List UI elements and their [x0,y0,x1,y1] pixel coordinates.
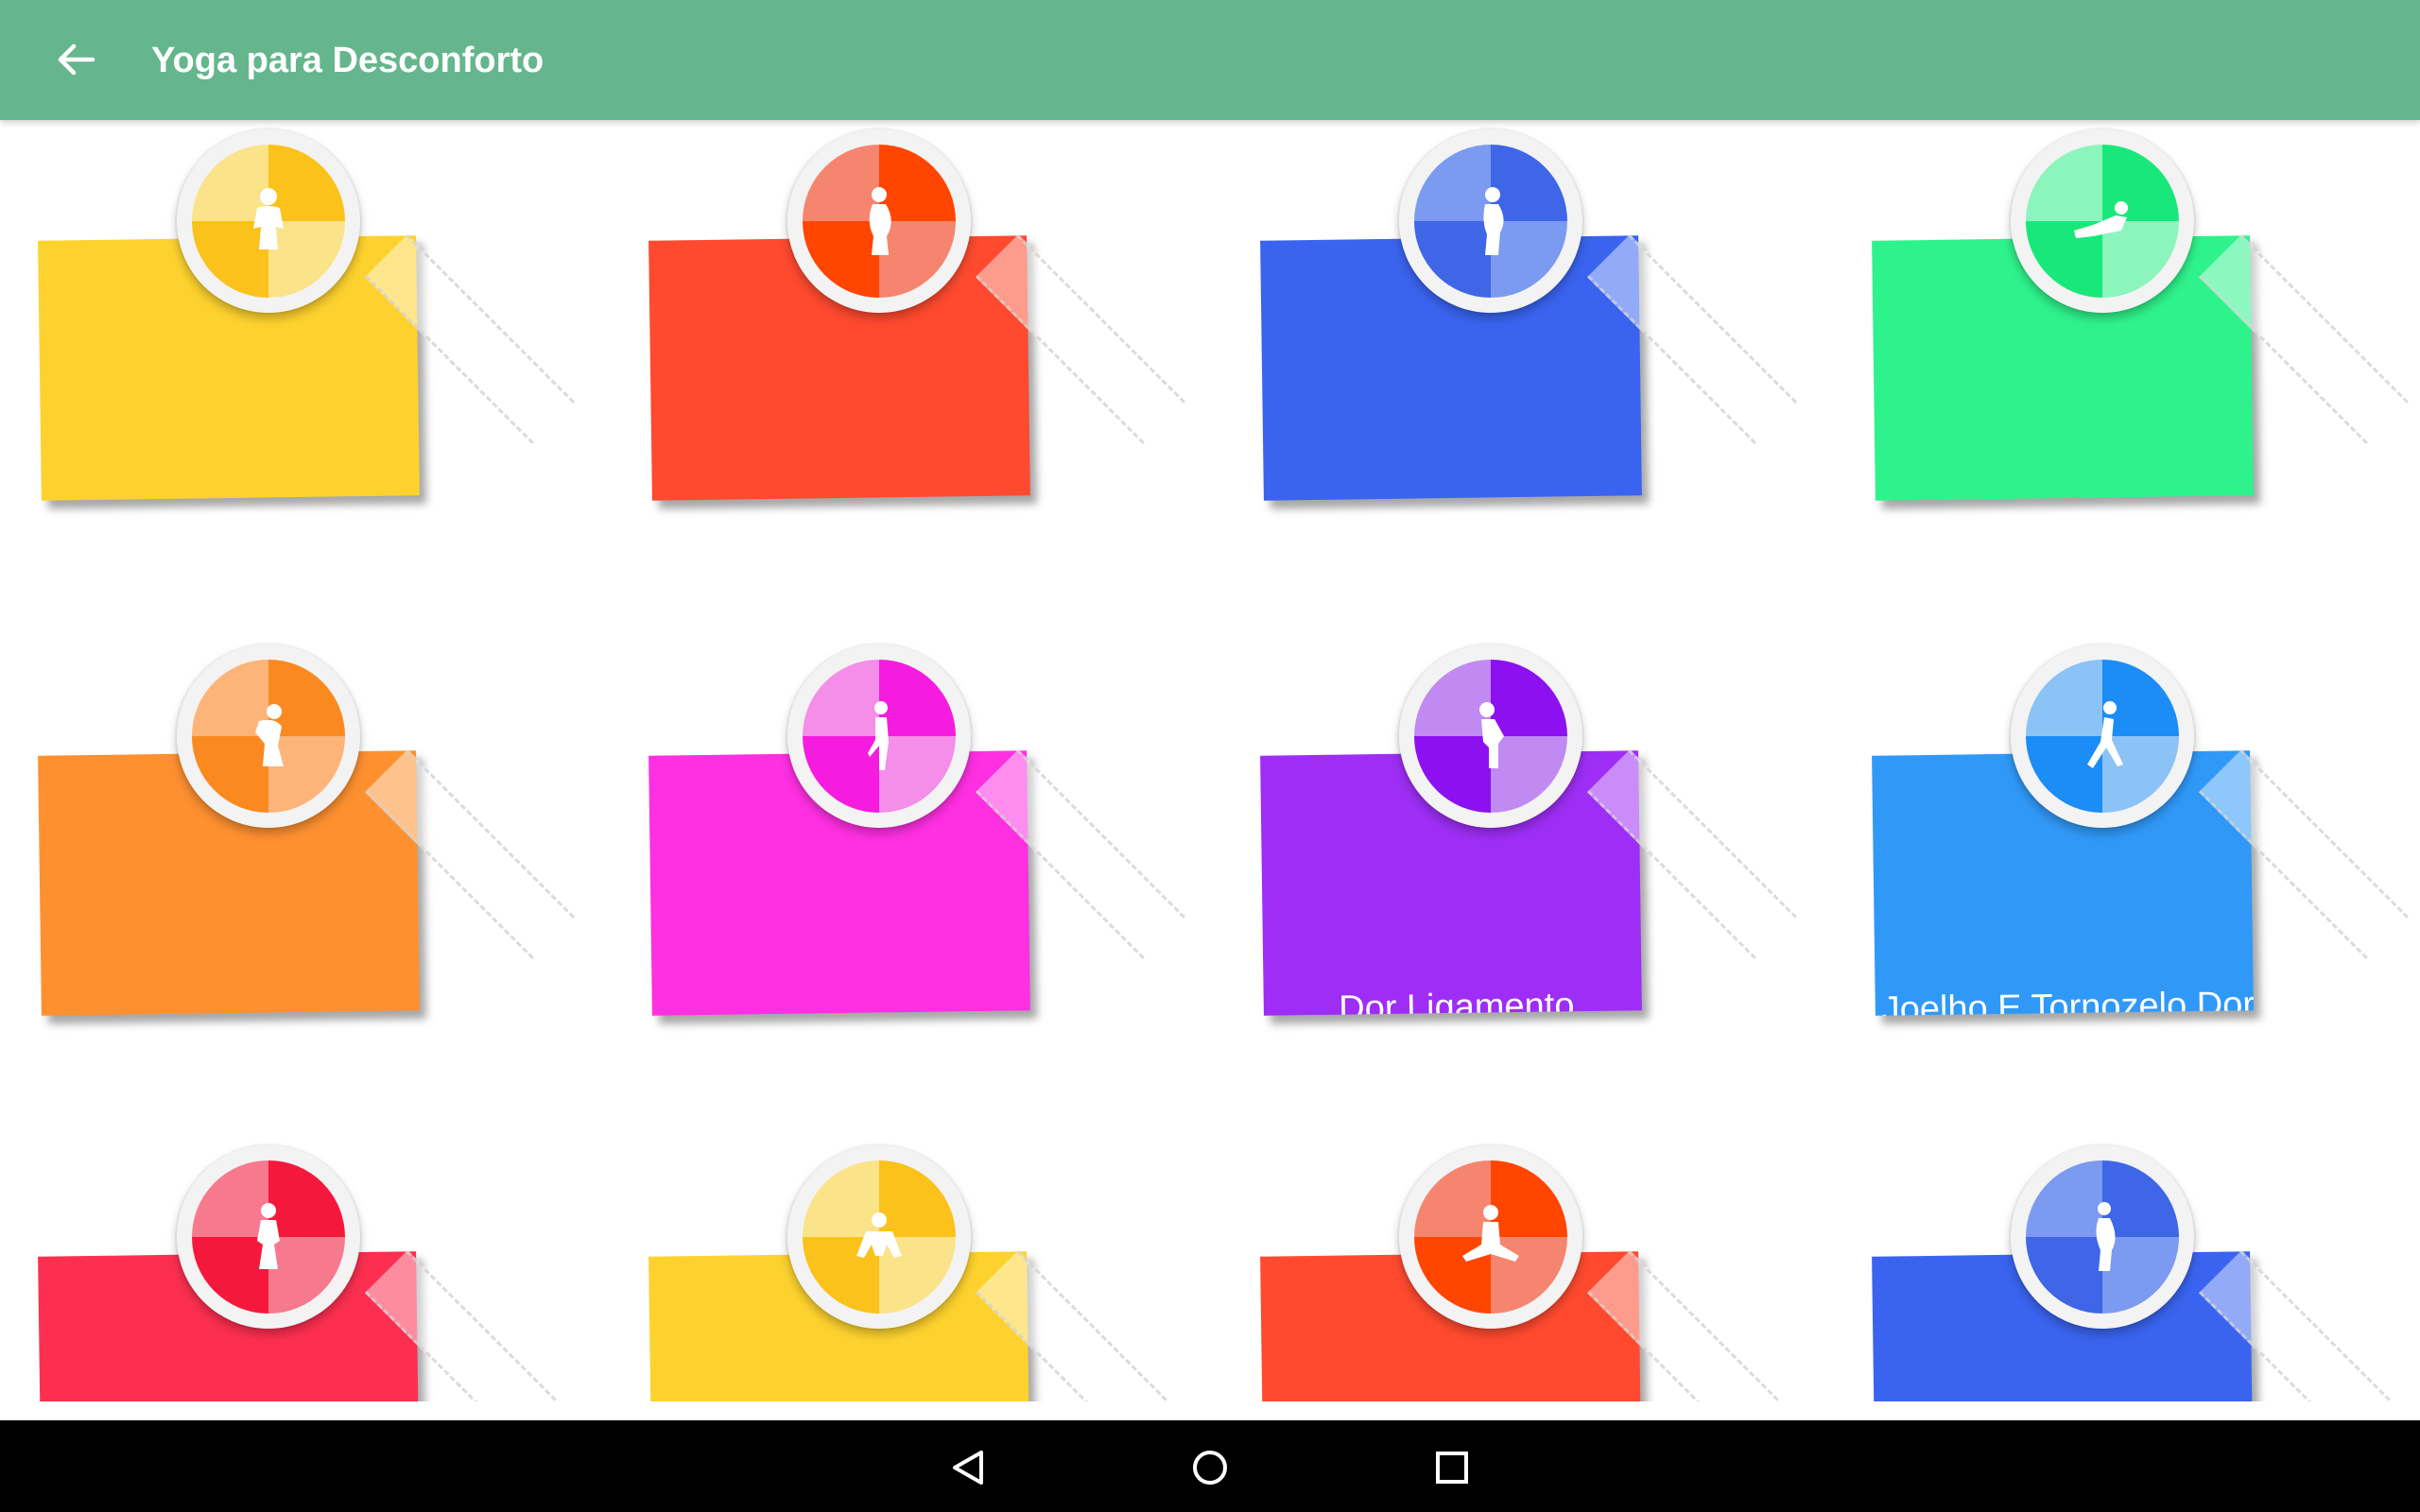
card-do-tunel-do-carpo[interactable]: Do Túnel Do Carpo [648,644,1186,1041]
sciatica-figure-icon [1483,187,1504,255]
pose-badge [1399,129,1582,313]
back-button[interactable] [47,28,104,91]
carpal-tunnel-figure-icon [868,701,889,770]
arrow-left-icon [58,43,95,76]
pose-badge [177,129,360,313]
knee-ankle-figure-icon [2087,701,2123,768]
card-label: Joelho E Tornozelo Dor Nas Articulações [1881,985,2254,1016]
insomnia-figure-icon [856,1212,902,1258]
nav-home-button[interactable] [1184,1441,1236,1494]
card-indigestao[interactable]: Indigestão [1260,1145,1798,1401]
card-joelho-e-tornozelo-dor-nas-articulacoes[interactable]: Joelho E Tornozelo Dor Nas Articulações [1872,644,2410,1041]
nav-recents-button[interactable] [1426,1441,1478,1494]
card-caibras-nas-pernas[interactable]: Cãibras Nas Pernas [1872,129,2410,526]
card-label: Dor Ligamento Redondo [1338,986,1575,1016]
system-nav-bar [0,1420,2420,1512]
card-dor-lombar[interactable]: Dor Lombar [648,129,1186,526]
leg-cramp-figure-icon [2074,201,2128,238]
card-label: Fadiga Ou Cansaço [42,1005,420,1016]
lower-back-figure-icon [869,187,891,255]
card-ciatica[interactable]: Ciática [1260,129,1798,526]
pose-badge [787,644,971,828]
card-label: Cãibras Nas Pernas [1876,490,2254,501]
nav-back-icon [953,1451,983,1485]
card-dor-nas-costas[interactable]: Dor Nas Costas [38,129,576,526]
card-insonia[interactable]: Insônia [648,1145,1186,1401]
card-label: Do Túnel Do Carpo [652,1005,1030,1016]
page-title: Yoga para Desconforto [151,41,544,80]
pose-badge [1399,1145,1582,1329]
pose-badge [2011,129,2194,313]
pelvic-figure-icon [2096,1202,2116,1271]
app-bar: Yoga para Desconforto [0,0,2420,120]
back-pain-figure-icon [253,188,284,249]
pose-badge [787,129,971,313]
pose-badge [177,1145,360,1329]
pose-badge [2011,644,2194,828]
pose-badge [177,644,360,828]
indigestion-figure-icon [1462,1205,1519,1262]
pose-badge [1399,644,1582,828]
discomfort-grid: Dor Nas Costas Dor Lombar Ciática Cãibras N… [0,120,2420,1401]
ligament-figure-icon [1479,702,1504,768]
card-ombros-ou-dor-de-pescoco[interactable]: Ombros Ou Dor De Pescoço [38,1145,576,1401]
card-label: Dor Nas Costas [42,490,420,501]
pose-badge [2011,1145,2194,1329]
shoulder-figure-icon [257,1203,280,1269]
nav-home-icon [1193,1451,1227,1485]
nav-recents-icon [1436,1452,1468,1484]
pose-badge [787,1145,971,1329]
fatigue-figure-icon [255,704,284,766]
card-label: Dor Lombar [652,490,1030,501]
card-dor-assoalho-pelvico[interactable]: Dor Assoalho Pélvico [1872,1145,2410,1401]
nav-back-button[interactable] [943,1441,996,1494]
card-fadiga-ou-cansaco[interactable]: Fadiga Ou Cansaço [38,644,576,1041]
card-dor-ligamento-redondo[interactable]: Dor Ligamento Redondo [1260,644,1798,1041]
card-label: Ciática [1264,490,1642,501]
